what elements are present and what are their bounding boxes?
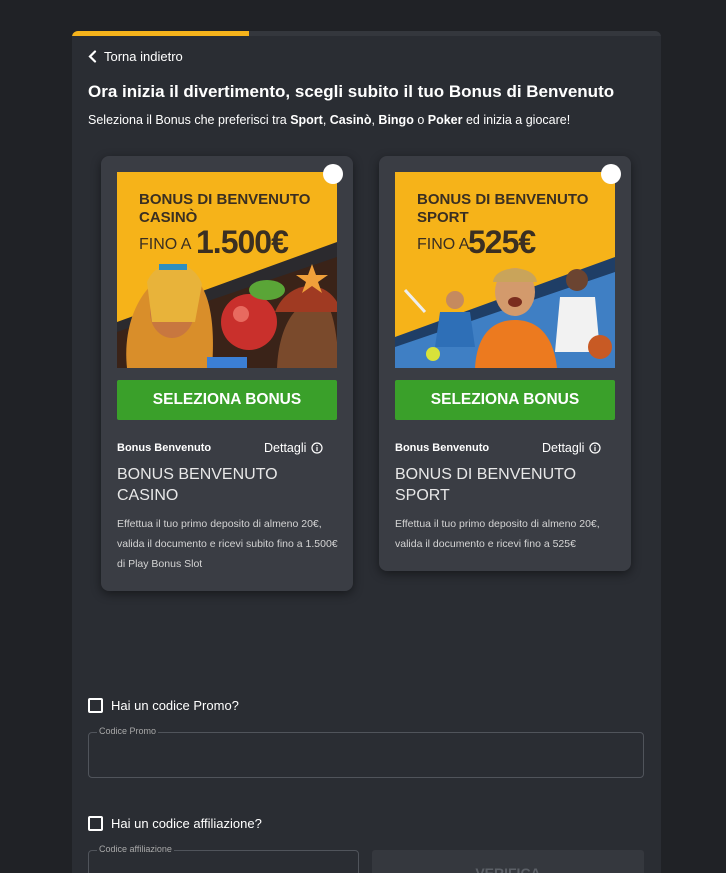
- progress-fill: [72, 31, 249, 36]
- sport-banner-image: BONUS DI BENVENUTO SPORT FINO A 525€: [395, 172, 615, 368]
- subtitle-bingo: Bingo: [378, 113, 414, 127]
- casino-details-label: Dettagli: [264, 441, 307, 455]
- promo-checkbox-box[interactable]: [88, 698, 103, 713]
- info-icon: [311, 442, 323, 454]
- affiliate-code-field[interactable]: Codice affiliazione: [88, 844, 359, 873]
- affiliate-checkbox-label: Hai un codice affiliazione?: [111, 816, 262, 831]
- casino-banner-line2: CASINÒ: [139, 209, 198, 226]
- sport-details-label: Dettagli: [542, 441, 585, 455]
- casino-select-bonus-button[interactable]: SELEZIONA BONUS: [117, 380, 337, 420]
- subtitle-casino: Casinò: [329, 113, 372, 127]
- info-icon: [589, 442, 601, 454]
- subtitle-or: o: [413, 113, 428, 127]
- registration-panel: Torna indietro Ora inizia il divertiment…: [72, 31, 661, 873]
- casino-banner-image: BONUS DI BENVENUTO CASINÒ FINO A 1.500€: [117, 172, 337, 368]
- chevron-left-icon: [88, 50, 97, 63]
- subtitle-sport: Sport: [290, 113, 323, 127]
- casino-bonus-radio[interactable]: [323, 164, 343, 184]
- sport-banner-line1: BONUS DI BENVENUTO: [417, 191, 589, 208]
- promo-field-label: Codice Promo: [97, 726, 159, 736]
- page-title: Ora inizia il divertimento, scegli subit…: [88, 82, 615, 101]
- sport-select-bonus-button[interactable]: SELEZIONA BONUS: [395, 380, 615, 420]
- affiliate-checkbox-box[interactable]: [88, 816, 103, 831]
- casino-bonus-tag: Bonus Benvenuto: [117, 442, 212, 454]
- sport-banner-fino: FINO A: [417, 236, 470, 253]
- progress-track: [72, 31, 661, 36]
- sport-bonus-radio[interactable]: [601, 164, 621, 184]
- casino-banner-fino: FINO A: [139, 236, 192, 253]
- sport-bonus-name: BONUS DI BENVENUTO SPORT: [395, 466, 577, 504]
- casino-bonus-name: BONUS BENVENUTO CASINO: [117, 466, 278, 504]
- casino-bonus-description: Effettua il tuo primo deposito di almeno…: [117, 518, 338, 570]
- casino-banner-amount: 1.500€: [196, 224, 289, 260]
- sport-details-link[interactable]: Dettagli: [542, 441, 601, 455]
- sport-banner-amount: 525€: [468, 224, 536, 260]
- back-link[interactable]: Torna indietro: [88, 49, 183, 64]
- sport-banner-line2: SPORT: [417, 209, 469, 226]
- promo-code-field[interactable]: Codice Promo: [88, 726, 644, 778]
- subtitle-suffix: ed inizia a giocare!: [462, 113, 571, 127]
- casino-details-link[interactable]: Dettagli: [264, 441, 323, 455]
- subtitle-prefix: Seleziona il Bonus che preferisci tra: [88, 113, 291, 127]
- back-label: Torna indietro: [104, 49, 183, 64]
- casino-banner-line1: BONUS DI BENVENUTO: [139, 191, 311, 208]
- sport-bonus-description: Effettua il tuo primo deposito di almeno…: [395, 518, 600, 550]
- subtitle-poker: Poker: [427, 113, 463, 127]
- verify-button[interactable]: VERIFICA: [372, 850, 644, 873]
- page-subtitle: Seleziona il Bonus che preferisci tra Sp…: [88, 113, 570, 127]
- bonus-card-casino[interactable]: BONUS DI BENVENUTO CASINÒ FINO A 1.500€ …: [101, 156, 353, 591]
- promo-checkbox-label: Hai un codice Promo?: [111, 698, 239, 713]
- sport-bonus-tag: Bonus Benvenuto: [395, 442, 490, 454]
- affiliate-field-label: Codice affiliazione: [97, 844, 174, 854]
- bonus-card-sport[interactable]: BONUS DI BENVENUTO SPORT FINO A 525€ SEL…: [379, 156, 631, 571]
- promo-code-checkbox[interactable]: Hai un codice Promo?: [88, 698, 239, 713]
- subtitle-comma: ,: [322, 113, 330, 127]
- affiliate-code-checkbox[interactable]: Hai un codice affiliazione?: [88, 816, 262, 831]
